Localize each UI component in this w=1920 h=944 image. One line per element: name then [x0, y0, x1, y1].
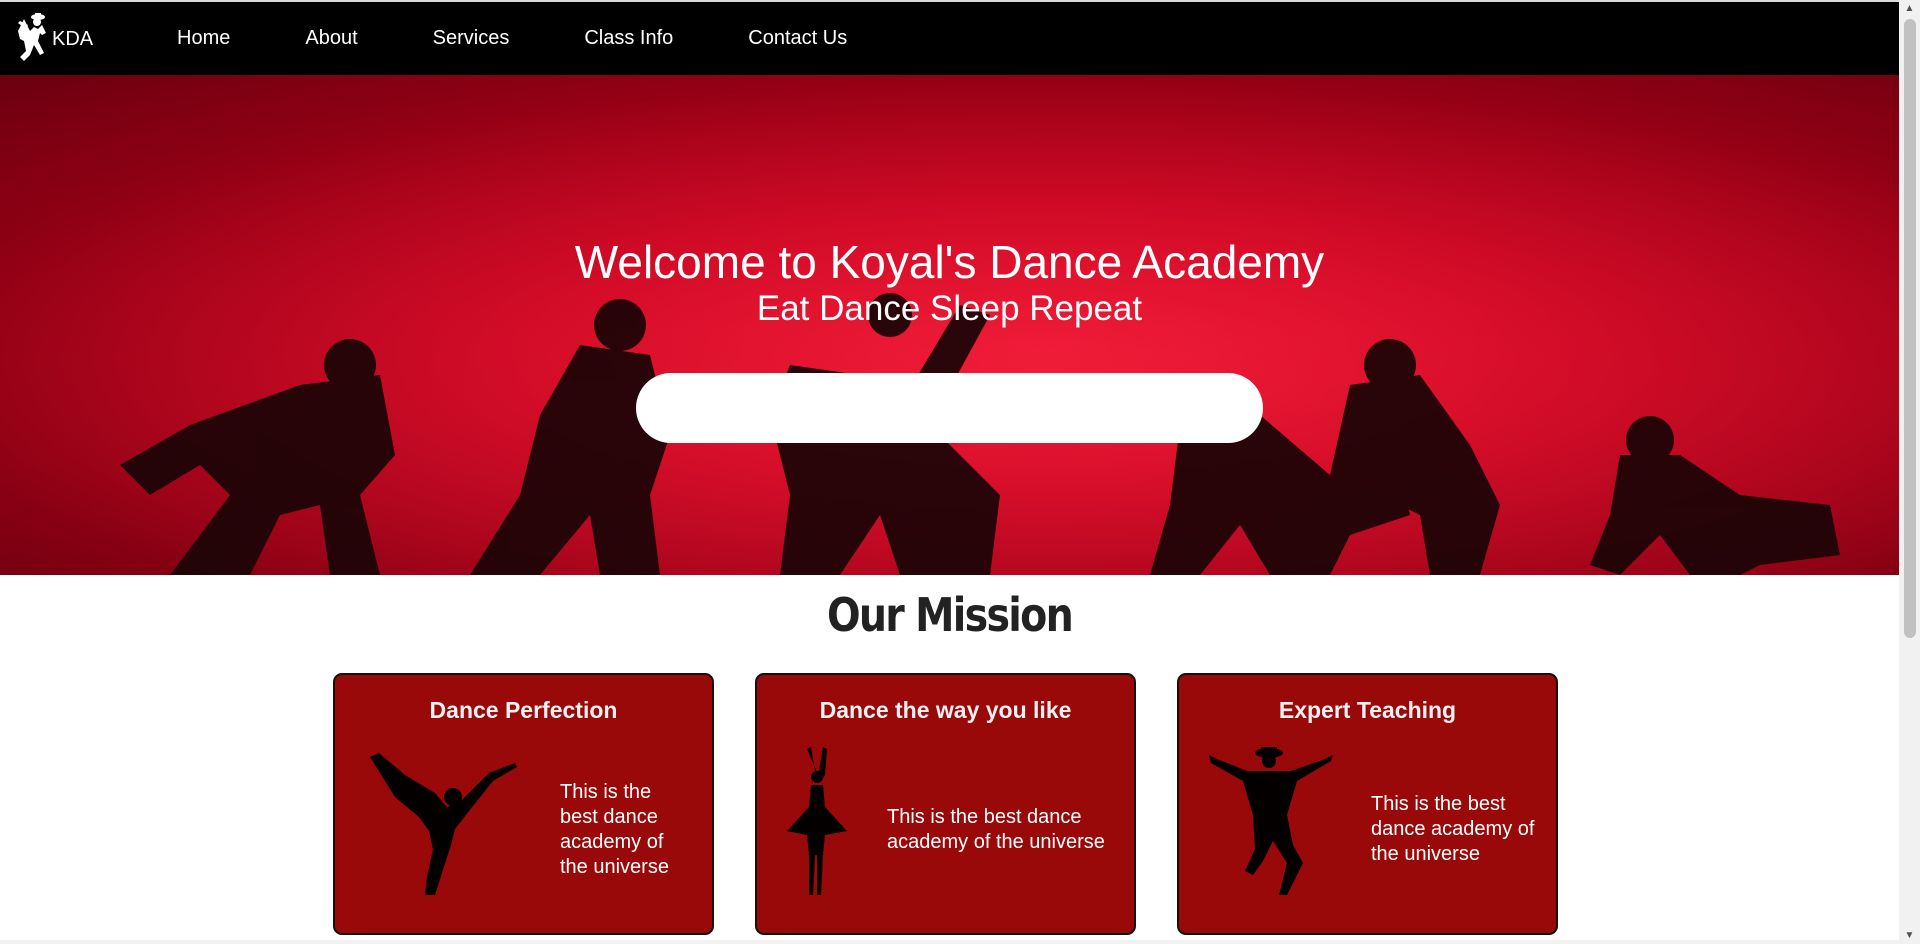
- mission-card-expert-teaching: Expert Teaching This is the best dance a…: [1177, 673, 1558, 935]
- mission-card-dance-the-way-you-like: Dance the way you like This is the best …: [755, 673, 1136, 935]
- card-title: Expert Teaching: [1278, 697, 1457, 723]
- hero-title: Welcome to Koyal's Dance Academy: [574, 236, 1325, 288]
- card-text: This is the best dance academy of the un…: [1371, 793, 1535, 865]
- dancing-couple-logo-icon: [18, 13, 46, 61]
- card-text: This is the best dance academy of the un…: [887, 806, 1105, 853]
- mission-heading: Our Mission: [826, 588, 1074, 642]
- brand[interactable]: KDA: [16, 11, 93, 67]
- nav-link-class-info[interactable]: Class Info: [584, 27, 673, 50]
- nav-link-contact-us[interactable]: Contact Us: [748, 27, 847, 50]
- page: KDA Home About Services Class Info Conta…: [0, 0, 1899, 944]
- card-title: Dance Perfection: [429, 697, 618, 723]
- nav-link-home[interactable]: Home: [177, 27, 230, 50]
- card-text: This is the best dance academy of the un…: [560, 781, 669, 878]
- nav-links: Home About Services Class Info Contact U…: [177, 2, 922, 75]
- mission-card-dance-perfection: Dance Perfection This is the best dance …: [333, 673, 714, 935]
- hat-dancer-icon: [1209, 747, 1333, 895]
- ballerina-pointe-icon: [787, 747, 847, 895]
- nav-link-about[interactable]: About: [305, 27, 357, 50]
- scrollbar-thumb[interactable]: [1904, 19, 1916, 638]
- scroll-up-arrow-icon[interactable]: ▲: [1899, 0, 1920, 17]
- brand-text: KDA: [52, 27, 94, 50]
- card-title: Dance the way you like: [819, 697, 1072, 723]
- hero-search-input[interactable]: [636, 373, 1263, 443]
- vertical-scrollbar[interactable]: ▲ ▼: [1899, 0, 1920, 944]
- hero-subtitle: Eat Dance Sleep Repeat: [756, 289, 1143, 328]
- nav-link-services[interactable]: Services: [433, 27, 510, 50]
- hero-banner: Welcome to Koyal's Dance Academy Eat Dan…: [0, 75, 1899, 575]
- top-navbar: KDA Home About Services Class Info Conta…: [0, 0, 1899, 75]
- ballerina-arabesque-icon: [370, 753, 517, 895]
- scroll-down-arrow-icon[interactable]: ▼: [1899, 927, 1920, 944]
- horizontal-scrollbar[interactable]: [0, 940, 1899, 944]
